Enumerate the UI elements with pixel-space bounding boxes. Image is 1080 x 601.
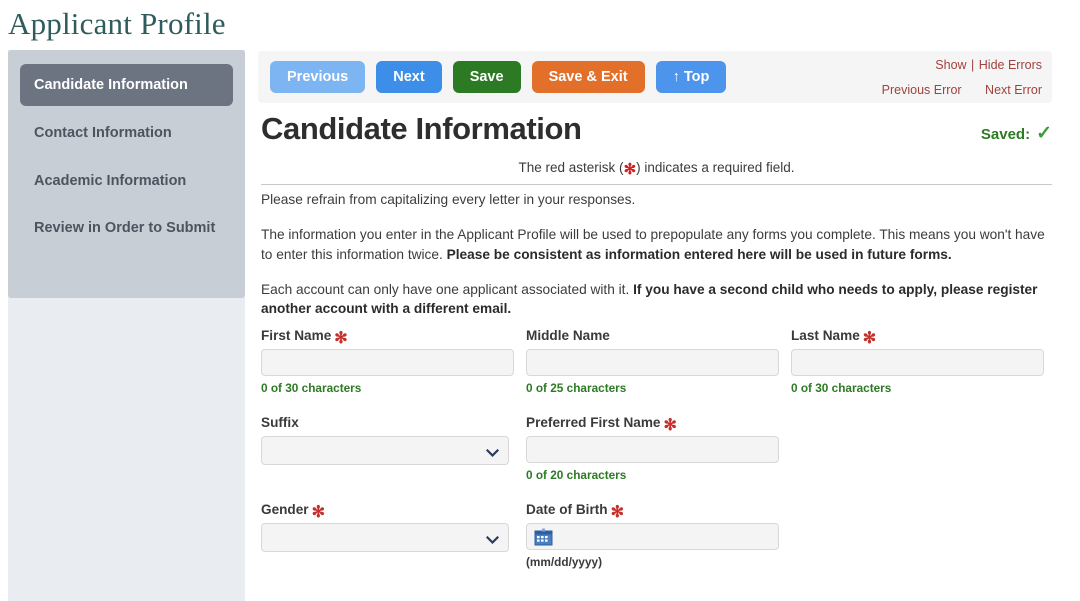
field-date-of-birth: Date of Birth ✻ (mm/dd/yyyy) [526,502,791,569]
gender-select[interactable] [261,523,509,552]
intro-p3-plain: Each account can only have one applicant… [261,281,634,297]
required-asterisk-icon: ✻ [311,504,325,521]
section-header: Candidate Information Saved: ✓ [261,111,1052,149]
intro-paragraph-2: The information you enter in the Applica… [261,225,1051,265]
toolbar-button-group: Previous Next Save Save & Exit ↑ Top [270,61,727,93]
save-button[interactable]: Save [452,61,521,93]
gender-label-text: Gender [261,502,309,517]
form-row-suffix-preferred: Suffix Preferred First Name ✻ 0 of 20 cha… [261,415,1052,482]
last-name-label: Last Name ✻ [791,328,1052,347]
date-of-birth-label-text: Date of Birth [526,502,608,517]
intro-p2-bold: Please be consistent as information ente… [446,246,952,262]
first-name-label-text: First Name [261,328,332,343]
date-of-birth-input[interactable] [526,523,779,550]
previous-error-link[interactable]: Previous Error [882,83,962,97]
intro-copy: Please refrain from capitalizing every l… [261,190,1051,334]
field-preferred-first-name: Preferred First Name ✻ 0 of 20 characters [526,415,791,482]
date-of-birth-hint: (mm/dd/yyyy) [526,555,603,569]
asterisk-icon: ✻ [623,161,637,178]
required-asterisk-icon: ✻ [334,330,348,347]
sidebar-nav: Candidate Information Contact Informatio… [8,50,245,298]
sidebar-item-candidate-information[interactable]: Candidate Information [20,64,233,107]
check-icon: ✓ [1036,123,1052,144]
suffix-select-wrap [261,436,509,465]
sidebar-item-contact-information[interactable]: Contact Information [20,112,233,154]
required-asterisk-icon: ✻ [610,504,624,521]
first-name-counter: 0 of 30 characters [261,381,362,395]
form-row-names: First Name ✻ 0 of 30 characters Middle Na… [261,328,1052,395]
date-of-birth-wrap [526,523,779,550]
error-navigation: Show | Hide Errors Previous Error Next E… [882,59,1042,96]
action-toolbar: Previous Next Save Save & Exit ↑ Top Sho… [258,51,1052,103]
show-hide-errors-row: Show | Hide Errors [882,59,1042,72]
preferred-first-name-counter: 0 of 20 characters [526,468,627,482]
sidebar-item-label: Candidate Information [34,77,188,93]
middle-name-input[interactable] [526,349,779,376]
previous-button[interactable]: Previous [270,61,366,93]
field-gender: Gender ✻ [261,502,526,569]
show-errors-link[interactable]: Show [935,58,966,72]
hide-errors-link[interactable]: Hide Errors [979,58,1042,72]
field-last-name: Last Name ✻ 0 of 30 characters [791,328,1052,395]
back-to-top-button[interactable]: ↑ Top [655,61,727,93]
suffix-counter-spacer [261,465,526,482]
sidebar-item-academic-information[interactable]: Academic Information [20,160,233,202]
intro-paragraph-1: Please refrain from capitalizing every l… [261,192,636,207]
gender-label: Gender ✻ [261,502,526,521]
preferred-first-name-label: Preferred First Name ✻ [526,415,791,434]
suffix-label: Suffix [261,415,526,430]
last-name-label-text: Last Name [791,328,860,343]
middle-name-counter: 0 of 25 characters [526,381,627,395]
sidebar-item-label: Review in Order to Submit [34,220,216,237]
save-and-exit-button[interactable]: Save & Exit [531,61,645,93]
preferred-first-name-label-text: Preferred First Name [526,415,661,430]
required-asterisk-icon: ✻ [663,417,677,434]
next-error-link[interactable]: Next Error [985,83,1042,97]
first-name-label: First Name ✻ [261,328,526,347]
suffix-select[interactable] [261,436,509,465]
form-row-gender-dob: Gender ✻ Date of Birth ✻ (mm/dd/yyyy) [261,502,1052,569]
candidate-information-form: First Name ✻ 0 of 30 characters Middle Na… [261,328,1052,580]
next-button[interactable]: Next [376,61,442,93]
date-of-birth-label: Date of Birth ✻ [526,502,791,521]
error-step-row: Previous Error Next Error [882,83,1042,97]
calendar-icon[interactable] [534,528,553,551]
required-asterisk-icon: ✻ [862,330,877,347]
row-spacer [261,406,1052,415]
preferred-first-name-input[interactable] [526,436,779,463]
field-middle-name: Middle Name 0 of 25 characters [526,328,791,395]
page-title: Applicant Profile [8,6,226,41]
last-name-input[interactable] [791,349,1044,376]
last-name-counter: 0 of 30 characters [791,381,892,395]
header-divider [261,184,1052,185]
sidebar-item-label: Academic Information [34,173,187,190]
middle-name-label: Middle Name [526,328,791,343]
first-name-input[interactable] [261,349,514,376]
errors-separator: | [971,58,975,72]
field-suffix: Suffix [261,415,526,482]
field-first-name: First Name ✻ 0 of 30 characters [261,328,526,395]
suffix-label-text: Suffix [261,415,299,430]
field-row2-empty [791,415,1052,482]
intro-paragraph-3: Each account can only have one applicant… [261,280,1051,320]
field-row3-empty [791,502,1052,569]
required-note-after: ) indicates a required field. [636,160,795,175]
gender-select-wrap [261,523,509,552]
section-title: Candidate Information [261,111,582,146]
required-note-before: The red asterisk ( [518,160,624,175]
required-field-note: The red asterisk (✻) indicates a require… [261,160,1052,178]
sidebar-item-review-in-order-to-submit[interactable]: Review in Order to Submit [20,208,233,248]
middle-name-label-text: Middle Name [526,328,610,343]
sidebar-item-label: Contact Information [34,125,172,142]
saved-status: Saved: ✓ [981,122,1052,145]
saved-label: Saved: [980,126,1031,143]
row-spacer [261,493,1052,502]
